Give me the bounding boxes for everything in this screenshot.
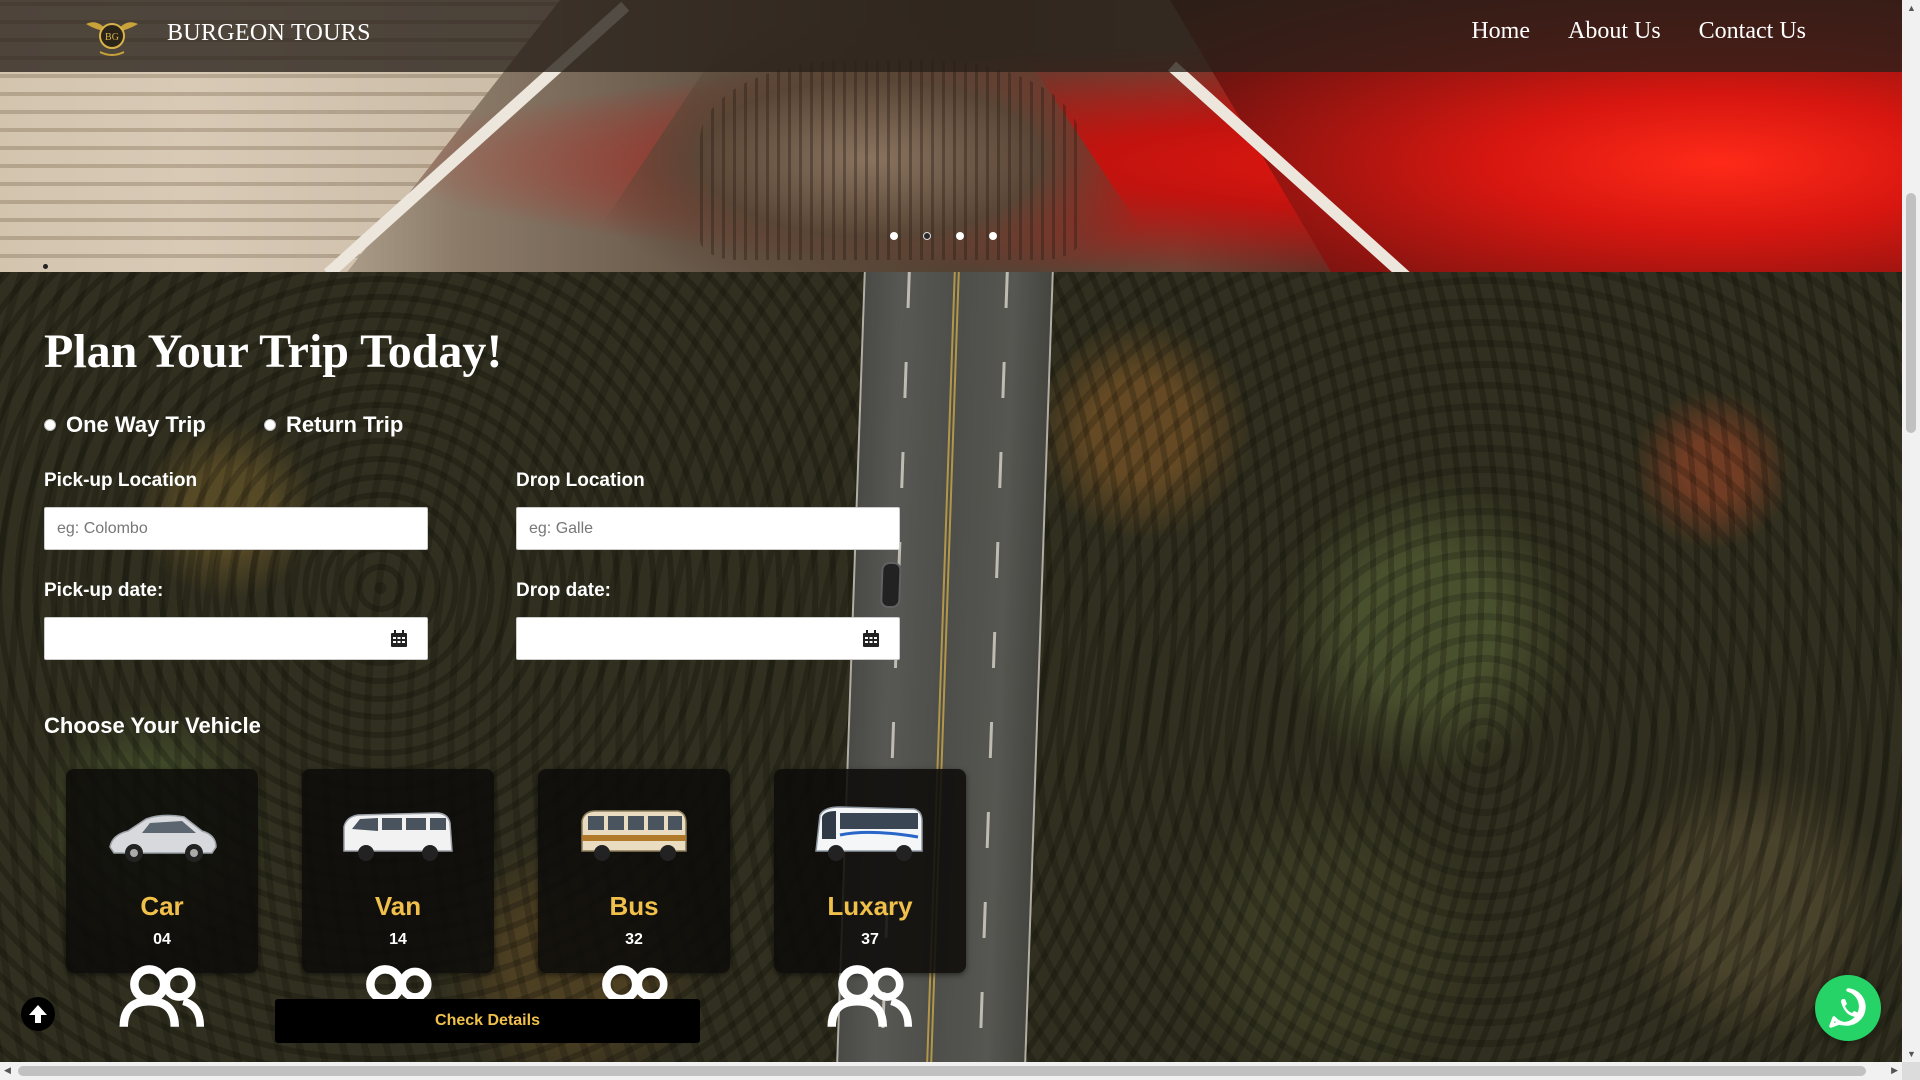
- carousel-dot-3[interactable]: [956, 232, 964, 240]
- pickup-date-label: Pick-up date:: [44, 580, 164, 601]
- drop-date-label: Drop date:: [516, 580, 611, 601]
- calendar-icon[interactable]: [389, 629, 409, 649]
- vehicle-capacity: 04: [66, 931, 258, 1027]
- vehicle-name: Bus: [609, 891, 659, 921]
- whatsapp-icon: [1829, 988, 1866, 1028]
- drop-location-label: Drop Location: [516, 470, 645, 491]
- nav-contact-link[interactable]: Contact Us: [1699, 18, 1806, 45]
- capacity-value: 14: [389, 931, 407, 948]
- logo-text: BG: [105, 32, 119, 43]
- scroll-up-arrow-icon[interactable]: ▲: [1907, 3, 1916, 13]
- carousel-indicators: [890, 232, 997, 240]
- check-details-button[interactable]: Check Details: [275, 999, 700, 1043]
- vehicle-capacity: 14: [302, 931, 494, 1027]
- people-icon: [827, 965, 913, 1027]
- return-trip-option[interactable]: Return Trip: [264, 412, 403, 438]
- brand-name[interactable]: BURGEON TOURS: [167, 20, 371, 47]
- pickup-date-input[interactable]: [44, 617, 428, 660]
- nav-about-link[interactable]: About Us: [1568, 18, 1661, 45]
- choose-vehicle-heading: Choose Your Vehicle: [44, 713, 261, 738]
- return-label: Return Trip: [286, 412, 404, 437]
- nav-home-link[interactable]: Home: [1471, 18, 1530, 45]
- carousel-dot-1[interactable]: [890, 232, 898, 240]
- whatsapp-button[interactable]: [1815, 975, 1881, 1041]
- vehicle-capacity: 32: [538, 931, 730, 1027]
- carousel-dot-2[interactable]: [923, 232, 931, 240]
- scroll-left-arrow-icon[interactable]: ◀: [4, 1065, 11, 1076]
- page-title: Plan Your Trip Today!: [44, 325, 503, 378]
- arrow-up-icon: [29, 1005, 47, 1023]
- navbar: BG BURGEON TOURS Home About Us Contact U…: [0, 0, 1902, 72]
- hero-image-carving-detail: [700, 60, 1080, 260]
- vertical-scroll-thumb[interactable]: [1906, 193, 1916, 433]
- vehicle-name: Van: [374, 891, 422, 921]
- capacity-value: 32: [625, 931, 643, 948]
- return-radio[interactable]: [264, 419, 276, 431]
- van-icon: [343, 812, 453, 861]
- horizontal-scrollbar[interactable]: ◀ ▶: [0, 1062, 1902, 1080]
- drop-date-input[interactable]: [516, 617, 900, 660]
- pickup-location-input[interactable]: [44, 507, 428, 550]
- nav-links: Home About Us Contact Us: [1471, 18, 1806, 45]
- logo-wings-icon[interactable]: BG: [82, 14, 142, 58]
- luxury-bus-icon: [815, 806, 923, 861]
- capacity-value: 37: [861, 931, 879, 948]
- people-icon: [119, 965, 205, 1027]
- vehicle-card-luxury[interactable]: Luxary 37: [774, 769, 966, 1027]
- horizontal-scroll-thumb[interactable]: [18, 1066, 1866, 1076]
- scrollbar-corner: [1902, 1062, 1920, 1080]
- calendar-icon[interactable]: [861, 629, 881, 649]
- vehicle-card-van[interactable]: Van 14: [302, 769, 494, 1027]
- one-way-trip-option[interactable]: One Way Trip: [44, 412, 206, 438]
- drop-location-input[interactable]: [516, 507, 900, 550]
- hero-marker: [43, 264, 48, 269]
- capacity-value: 04: [153, 931, 171, 948]
- scroll-down-arrow-icon[interactable]: ▼: [1907, 1049, 1916, 1059]
- vehicle-name: Car: [140, 891, 184, 921]
- vehicle-capacity: 37: [774, 931, 966, 1027]
- one-way-label: One Way Trip: [66, 412, 206, 437]
- carousel-dot-4[interactable]: [989, 232, 997, 240]
- pickup-location-label: Pick-up Location: [44, 470, 198, 491]
- vehicle-name: Luxary: [827, 891, 913, 921]
- scroll-right-arrow-icon[interactable]: ▶: [1891, 1065, 1898, 1076]
- car-icon: [109, 814, 217, 862]
- vehicle-card-car[interactable]: Car 04: [66, 769, 258, 1027]
- one-way-radio[interactable]: [44, 419, 56, 431]
- vertical-scrollbar[interactable]: ▲ ▼: [1902, 0, 1920, 1062]
- scroll-to-top-button[interactable]: [21, 997, 55, 1031]
- vehicle-card-bus[interactable]: Bus 32: [538, 769, 730, 1027]
- bus-icon: [581, 810, 687, 861]
